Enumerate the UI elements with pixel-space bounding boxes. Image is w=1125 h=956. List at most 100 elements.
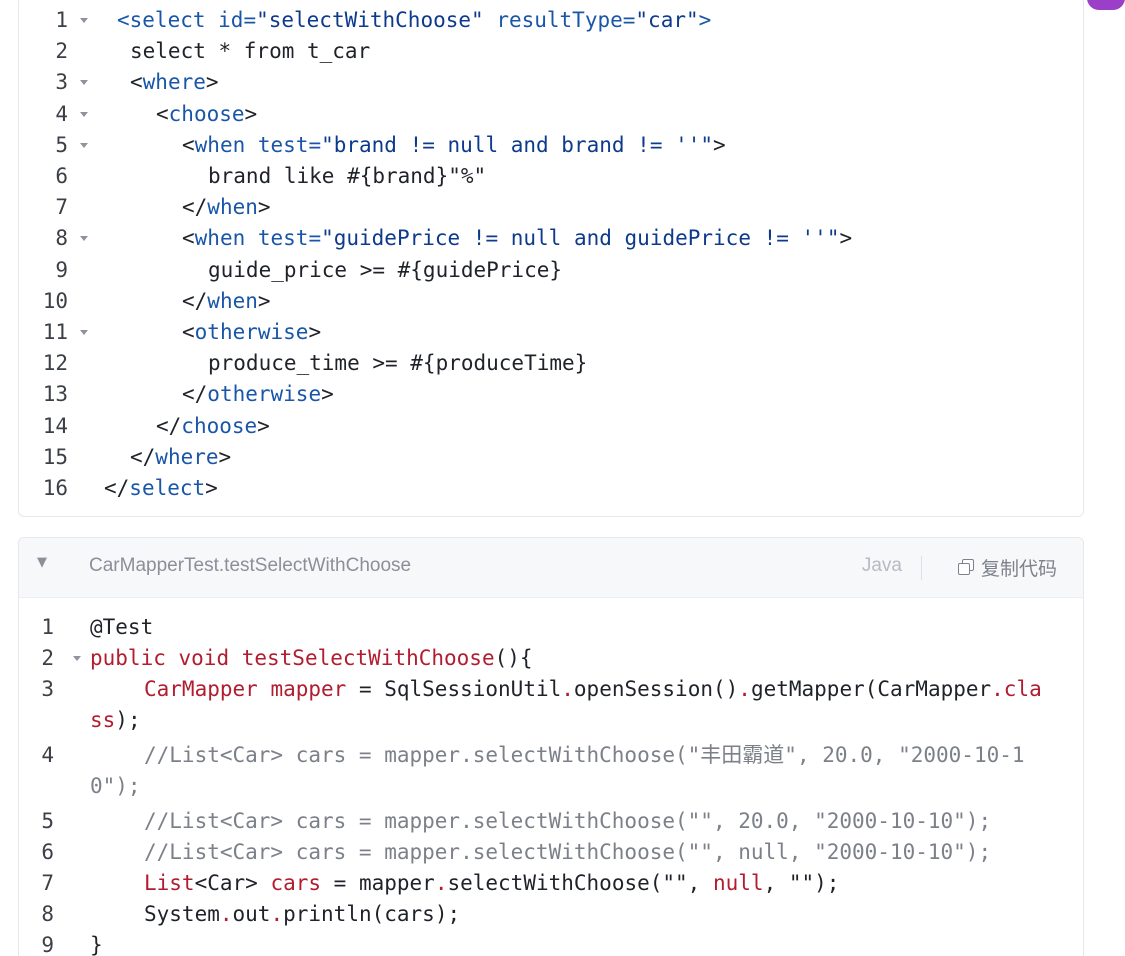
code-token: > <box>321 382 334 407</box>
code-token: </ <box>156 413 182 438</box>
copy-code-label: 复制代码 <box>980 557 1057 580</box>
header-divider <box>921 556 922 580</box>
code-token: choose <box>181 413 258 438</box>
fold-toggle-icon[interactable] <box>80 80 88 86</box>
code-token: = mapper <box>333 871 435 895</box>
code-token: //List<Car> cars = mapper.selectWithChoo… <box>144 743 1025 767</box>
code-text: 0"); <box>90 771 141 802</box>
code-line: 4 //List<Car> cars = mapper.selectWithCho… <box>0 740 1125 771</box>
line-number: 7 <box>55 195 68 220</box>
code-token: "brand != null and brand != ''" <box>321 132 714 157</box>
code-text: <otherwise> <box>182 317 321 348</box>
code-token: > <box>205 476 218 500</box>
code-token: . <box>738 677 751 701</box>
code-line: 6 //List<Car> cars = mapper.selectWithCho… <box>0 837 1125 868</box>
code-token: .cla <box>991 677 1042 701</box>
line-number: 14 <box>42 413 68 438</box>
code-token: > <box>218 444 232 469</box>
code-line: 8 System.out.println(cars); <box>0 899 1125 930</box>
code-token: System <box>144 902 220 926</box>
code-token: otherwise <box>207 382 322 407</box>
fold-toggle-icon[interactable] <box>80 111 88 117</box>
code-line: 12 produce_time >= #{produceTime} <box>0 348 1125 379</box>
line-number: 3 <box>41 677 54 701</box>
code-token: select * from t_car <box>130 39 371 64</box>
code-text: <choose> <box>156 99 257 130</box>
code-token: > <box>698 8 712 32</box>
code-token: . <box>434 871 448 895</box>
code-line: 2 select * from t_car <box>0 36 1125 67</box>
code-token: when <box>207 288 258 313</box>
code-token: when <box>194 132 258 157</box>
code-token: selectWithChoose("", <box>447 871 713 895</box>
code-line: 10 </when> <box>0 286 1125 317</box>
code-token: > <box>839 226 853 251</box>
code-token: public <box>90 646 179 670</box>
code-text: ss); <box>90 705 141 736</box>
line-number: 9 <box>41 933 54 956</box>
line-number: 4 <box>41 743 54 767</box>
code-token: mapper <box>270 677 359 701</box>
code-token: "car" <box>635 8 699 32</box>
code-token: 0"); <box>90 774 141 798</box>
code-text: select * from t_car <box>130 36 370 67</box>
code-line: 6 brand like #{brand}"%" <box>0 161 1125 192</box>
line-number: 5 <box>55 132 68 157</box>
code-token: > <box>308 320 322 344</box>
line-number: 2 <box>41 646 54 670</box>
code-token: </ <box>182 288 208 313</box>
code-token: > <box>205 70 219 95</box>
code-token: </ <box>182 195 208 220</box>
code-text: </when> <box>182 286 271 317</box>
code-line: 13 </otherwise> <box>0 379 1125 410</box>
code-token: </ <box>130 444 156 469</box>
line-number: 6 <box>55 164 68 188</box>
code-token: > <box>257 195 271 220</box>
line-number: 10 <box>42 288 68 313</box>
code-token: > <box>257 413 270 438</box>
line-number: 8 <box>41 902 54 926</box>
code-token: CarMapper <box>144 677 271 701</box>
line-number: 15 <box>42 444 68 469</box>
line-number: 2 <box>55 39 68 64</box>
code-token: = SqlSessionUtil <box>358 677 562 701</box>
code-token: select <box>129 476 206 500</box>
line-number: 1 <box>55 8 68 32</box>
code-token: } <box>90 933 103 956</box>
code-block-header: ▼ CarMapperTest.testSelectWithChoose Jav… <box>19 538 1083 598</box>
code-token: choose <box>168 101 245 126</box>
code-line: 7 </when> <box>0 192 1125 223</box>
collapse-caret-icon[interactable]: ▼ <box>37 555 47 570</box>
line-number: 12 <box>42 351 68 376</box>
copy-code-button[interactable]: 复制代码 <box>957 553 1057 581</box>
code-text: System.out.println(cars); <box>144 899 460 930</box>
code-token: < <box>182 320 195 344</box>
code-token: (){ <box>494 646 533 670</box>
fold-toggle-icon[interactable] <box>80 142 88 148</box>
code-line: 2 public void testSelectWithChoose(){ <box>0 643 1125 674</box>
code-text: CarMapper mapper = SqlSessionUtil.openSe… <box>144 674 1042 705</box>
fold-toggle-icon[interactable] <box>80 330 88 335</box>
code-text: <select id="selectWithChoose" resultType… <box>117 5 711 36</box>
code-token: println(cars); <box>283 902 461 926</box>
fold-toggle-icon[interactable] <box>73 656 81 661</box>
code-token: <Car> <box>194 871 271 895</box>
code-token: openSession() <box>573 677 739 701</box>
code-token: > <box>257 288 271 313</box>
fold-toggle-icon[interactable] <box>80 18 88 23</box>
code-line: 1 <select id="selectWithChoose" resultTyp… <box>0 5 1125 36</box>
fold-toggle-icon[interactable] <box>80 236 88 242</box>
line-number: 6 <box>41 840 54 864</box>
code-token: . <box>270 902 284 926</box>
code-token: ss <box>90 708 116 732</box>
code-line: 16 </select> <box>0 473 1125 504</box>
code-line: 15 </where> <box>0 442 1125 473</box>
code-line: 9} <box>0 930 1125 956</box>
line-number: 4 <box>55 101 68 126</box>
code-text: </otherwise> <box>182 379 334 410</box>
code-text: brand like #{brand}"%" <box>208 161 486 192</box>
code-token: guide_price >= #{guidePrice} <box>208 257 563 282</box>
code-line: ss); <box>0 705 1125 736</box>
language-label: Java <box>861 555 902 576</box>
code-text: <when test="guidePrice != null and guide… <box>182 223 852 254</box>
